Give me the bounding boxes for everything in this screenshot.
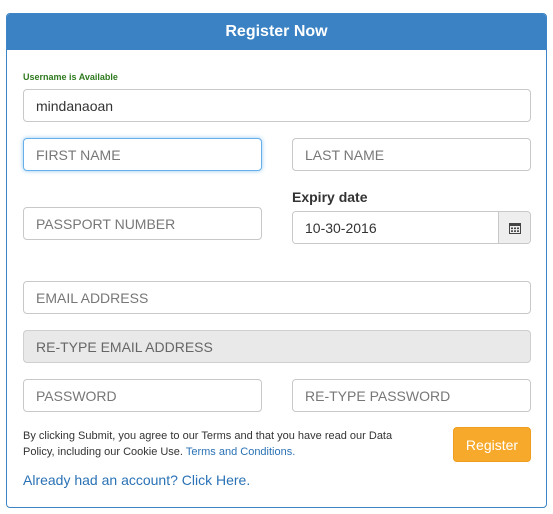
- calendar-icon: [508, 222, 521, 234]
- passport-number-input[interactable]: [23, 207, 262, 240]
- login-link[interactable]: Already had an account? Click Here.: [23, 472, 250, 488]
- retype-password-input[interactable]: [292, 379, 531, 412]
- calendar-button[interactable]: [498, 212, 530, 243]
- panel-title: Register Now: [7, 14, 546, 50]
- terms-notice: By clicking Submit, you agree to our Ter…: [23, 428, 423, 460]
- email-input[interactable]: [23, 281, 531, 314]
- register-panel: Register Now Username is Available Expir…: [6, 13, 547, 508]
- retype-email-input: [23, 330, 531, 363]
- username-input[interactable]: [23, 89, 531, 122]
- terms-link[interactable]: Terms and Conditions.: [186, 446, 295, 458]
- register-button[interactable]: Register: [453, 427, 531, 462]
- expiry-date-label: Expiry date: [292, 189, 368, 205]
- expiry-date-input[interactable]: [293, 212, 498, 243]
- first-name-input[interactable]: [23, 138, 262, 171]
- username-status: Username is Available: [23, 72, 118, 82]
- last-name-input[interactable]: [292, 138, 531, 171]
- password-input[interactable]: [23, 379, 262, 412]
- expiry-date-group: [292, 211, 531, 244]
